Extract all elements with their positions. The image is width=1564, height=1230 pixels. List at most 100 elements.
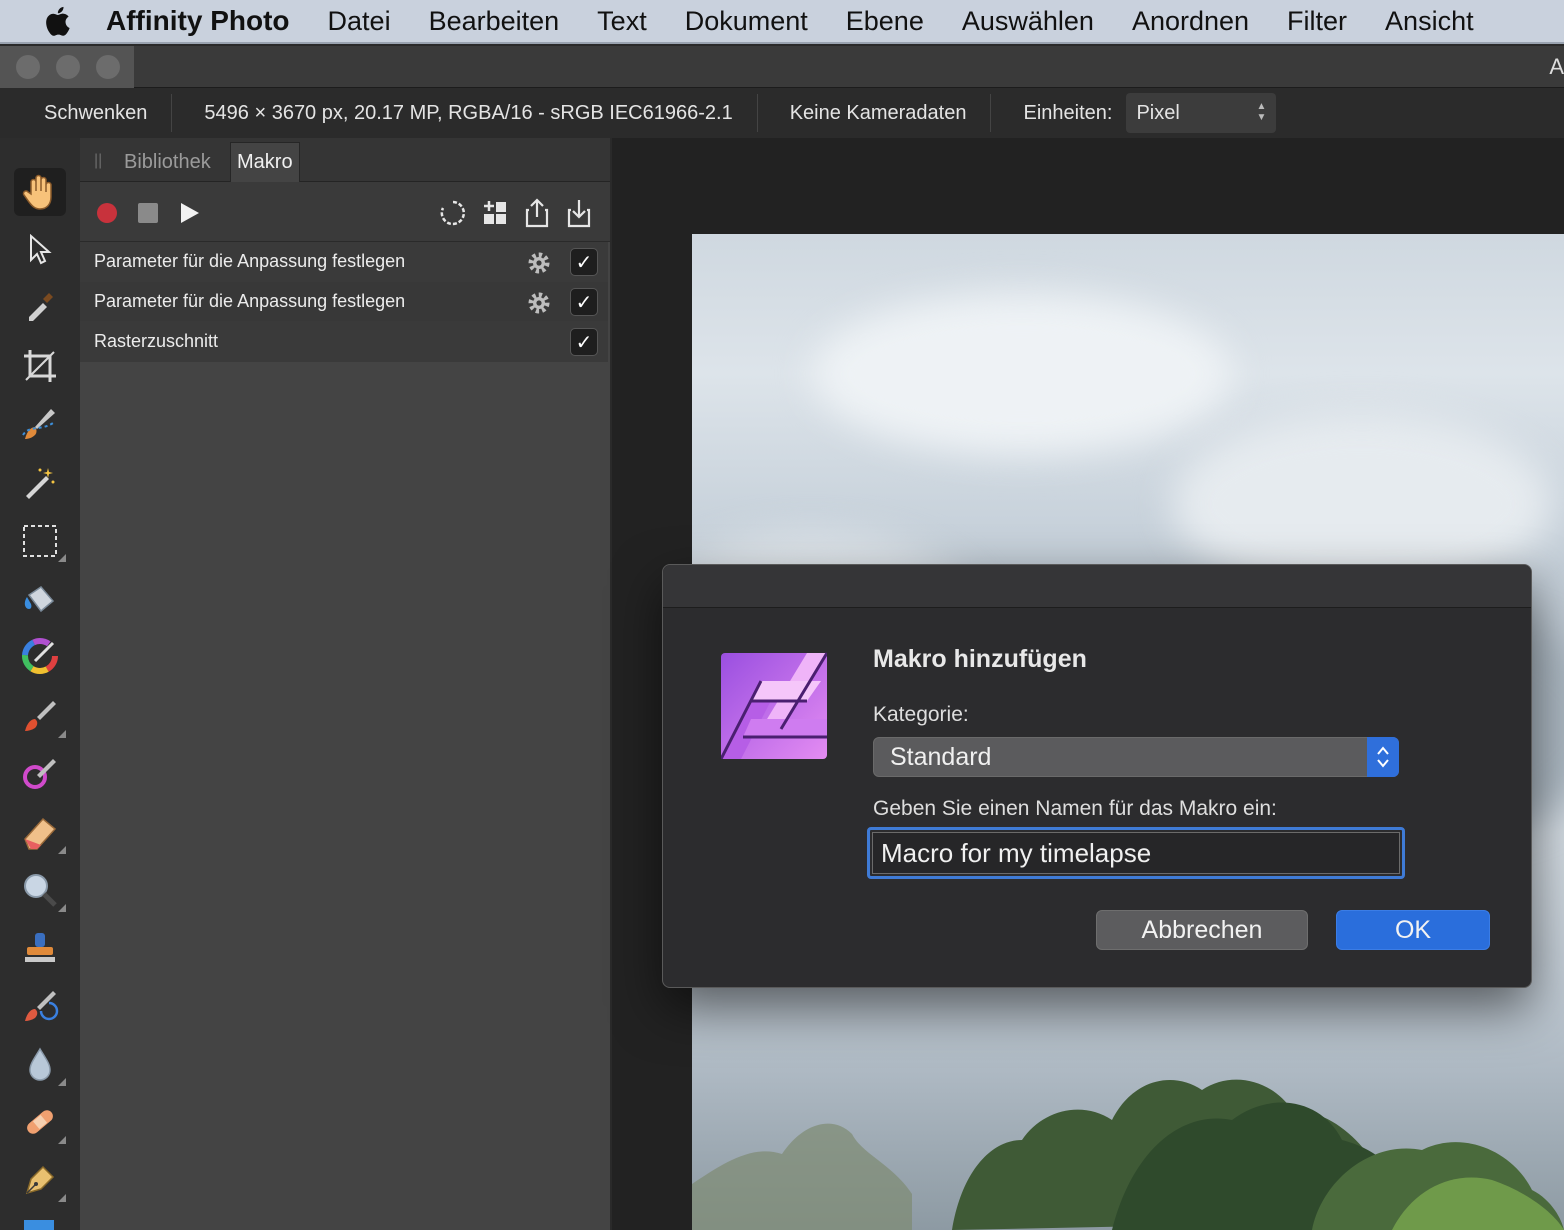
macro-step-enabled-checkbox[interactable]: ✓	[570, 328, 598, 356]
apple-menu-icon[interactable]	[38, 6, 80, 36]
move-tool[interactable]	[14, 226, 66, 274]
color-swatch-partial[interactable]	[24, 1220, 54, 1230]
reset-circle-icon	[440, 200, 466, 226]
macro-step-row[interactable]: Parameter für die Anpassung festlegen ✓	[80, 282, 608, 322]
menu-auswaehlen[interactable]: Auswählen	[962, 6, 1094, 37]
record-icon	[97, 203, 117, 223]
menu-bearbeiten[interactable]: Bearbeiten	[429, 6, 560, 37]
macro-step-enabled-checkbox[interactable]: ✓	[570, 288, 598, 316]
macro-name-label: Geben Sie einen Namen für das Makro ein:	[873, 797, 1277, 820]
category-select[interactable]: Standard	[873, 737, 1399, 777]
play-button[interactable]	[174, 198, 204, 228]
record-button[interactable]	[92, 198, 122, 228]
menu-dokument[interactable]: Dokument	[685, 6, 808, 37]
paint-brush-tool[interactable]	[14, 692, 66, 740]
tool-flyout-indicator	[58, 1136, 66, 1144]
clone-stamp-icon	[25, 933, 55, 962]
add-macro-dialog: Makro hinzufügen Kategorie: Standard Geb…	[662, 564, 1532, 988]
current-tool-name: Schwenken	[44, 101, 148, 124]
hand-tool[interactable]	[14, 168, 66, 216]
erase-tool[interactable]	[14, 808, 66, 856]
menu-bar: Affinity Photo Datei Bearbeiten Text Dok…	[0, 0, 1564, 44]
macro-step-enabled-checkbox[interactable]: ✓	[570, 248, 598, 276]
close-window-button[interactable]	[16, 55, 40, 79]
play-icon	[181, 203, 199, 223]
color-replacement-tool[interactable]	[14, 750, 66, 798]
clone-tool[interactable]	[14, 924, 66, 972]
cancel-button[interactable]: Abbrechen	[1096, 910, 1308, 950]
crop-icon	[24, 350, 56, 382]
tool-flyout-indicator	[58, 846, 66, 854]
menu-filter[interactable]: Filter	[1287, 6, 1347, 37]
macro-step-label: Rasterzuschnitt	[94, 331, 219, 351]
magic-wand-tool[interactable]	[14, 458, 66, 506]
tool-flyout-indicator	[58, 1194, 66, 1202]
select-stepper[interactable]	[1367, 737, 1399, 777]
rectangle-marquee-icon	[23, 525, 57, 557]
share-export-icon	[525, 198, 549, 228]
blur-tool[interactable]	[14, 1040, 66, 1088]
tool-flyout-indicator	[58, 904, 66, 912]
hand-icon	[22, 174, 52, 210]
tools-panel	[0, 138, 80, 1230]
healing-tool[interactable]	[14, 1098, 66, 1146]
menu-ansicht[interactable]: Ansicht	[1385, 6, 1474, 37]
dialog-title-bar	[663, 565, 1531, 608]
macro-step-row[interactable]: Rasterzuschnitt ✓	[80, 322, 608, 362]
export-macro-button[interactable]	[522, 198, 552, 228]
marquee-tool[interactable]	[14, 516, 66, 564]
color-picker-tool[interactable]	[14, 282, 66, 330]
menu-datei[interactable]: Datei	[328, 6, 391, 37]
tab-makro[interactable]: Makro	[230, 142, 300, 182]
minimize-window-button[interactable]	[56, 55, 80, 79]
tool-flyout-indicator	[58, 730, 66, 738]
arrow-pointer-icon	[30, 234, 52, 265]
window-title-bar: A	[0, 46, 1564, 88]
import-macro-button[interactable]	[564, 198, 594, 228]
menu-ebene[interactable]: Ebene	[846, 6, 924, 37]
panel-grip-icon[interactable]: ||	[94, 152, 102, 170]
chevron-up-down-icon	[1377, 746, 1389, 768]
zoom-window-button[interactable]	[96, 55, 120, 79]
menu-text[interactable]: Text	[597, 6, 647, 37]
category-label: Kategorie:	[873, 703, 969, 726]
stop-icon	[138, 203, 158, 223]
pen-tool[interactable]	[14, 1156, 66, 1204]
menu-anordnen[interactable]: Anordnen	[1132, 6, 1249, 37]
undo-brush-tool[interactable]	[14, 982, 66, 1030]
tool-flyout-indicator	[58, 554, 66, 562]
affinity-photo-logo-icon	[721, 652, 827, 759]
app-name-menu[interactable]: Affinity Photo	[106, 5, 290, 37]
macro-step-row[interactable]: Parameter für die Anpassung festlegen ✓	[80, 242, 608, 282]
color-wheel[interactable]	[14, 632, 66, 680]
units-label: Einheiten:	[1023, 101, 1113, 124]
dodge-tool[interactable]	[14, 866, 66, 914]
gear-icon[interactable]	[526, 250, 552, 276]
macro-name-field-focus-ring	[867, 827, 1405, 879]
magnifier-dodge-icon	[24, 874, 57, 907]
selection-brush-tool[interactable]	[14, 400, 66, 448]
units-select[interactable]: Pixel ▲ ▼	[1126, 93, 1277, 133]
undo-brush-icon	[25, 991, 59, 1021]
color-replacement-icon	[23, 759, 56, 789]
gear-icon[interactable]	[526, 290, 552, 316]
dialog-heading: Makro hinzufügen	[873, 645, 1087, 673]
pen-nib-icon	[25, 1165, 55, 1195]
ok-button[interactable]: OK	[1336, 910, 1490, 950]
stop-button[interactable]	[133, 198, 163, 228]
paint-bucket-icon	[24, 586, 55, 613]
tab-bibliothek[interactable]: Bibliothek	[118, 142, 217, 182]
clear-macro-button[interactable]	[438, 198, 468, 228]
water-drop-icon	[29, 1047, 51, 1081]
flood-fill-tool[interactable]	[14, 576, 66, 624]
window-controls	[0, 46, 134, 88]
bandage-icon	[27, 1110, 53, 1134]
tool-flyout-indicator	[58, 1078, 66, 1086]
context-toolbar: Schwenken 5496 × 3670 px, 20.17 MP, RGBA…	[0, 88, 1564, 138]
add-to-library-button[interactable]	[480, 198, 510, 228]
macro-name-input[interactable]	[872, 832, 1400, 874]
add-to-library-icon	[484, 201, 506, 224]
crop-tool[interactable]	[14, 342, 66, 390]
camera-info[interactable]: Keine Kameradaten	[758, 88, 991, 138]
document-info[interactable]: 5496 × 3670 px, 20.17 MP, RGBA/16 - sRGB…	[172, 88, 756, 138]
